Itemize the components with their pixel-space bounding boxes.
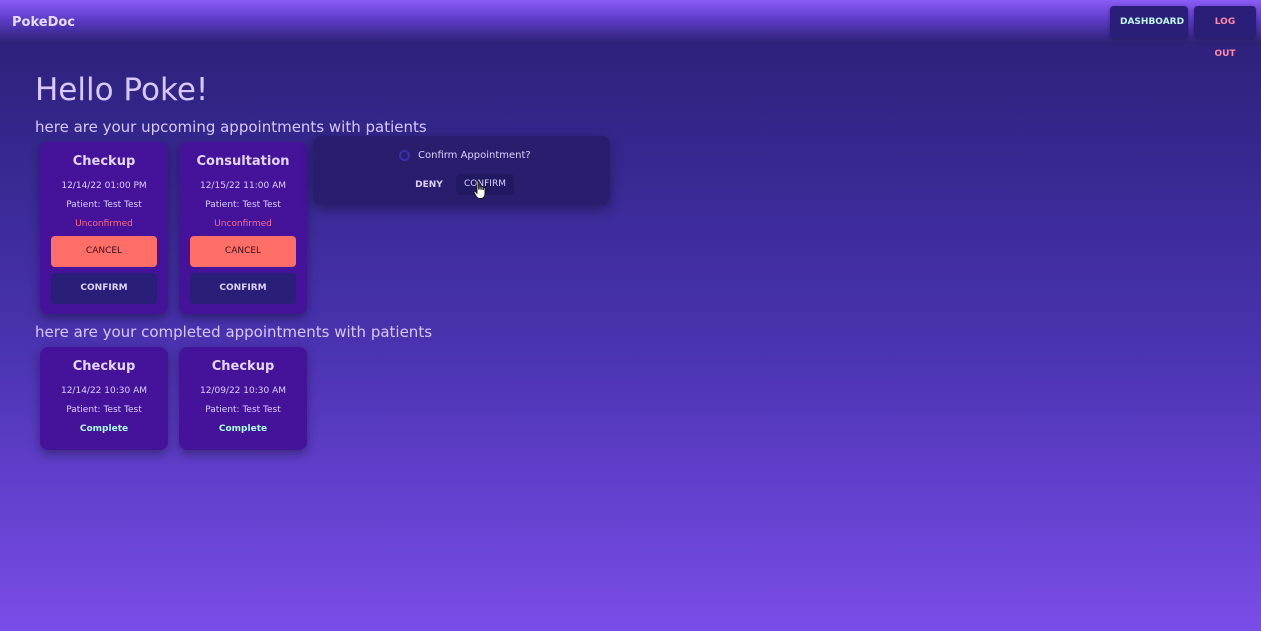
- status-badge: Complete: [79, 424, 129, 434]
- cancel-button[interactable]: CANCEL: [190, 236, 296, 267]
- popover-message: Confirm Appointment?: [418, 150, 531, 161]
- confirm-button[interactable]: CONFIRM: [51, 273, 157, 304]
- appointment-patient: Patient: Test Test: [205, 200, 281, 210]
- logout-button[interactable]: LOG OUT: [1194, 6, 1256, 59]
- appointment-patient: Patient: Test Test: [66, 405, 142, 415]
- brand-logo[interactable]: PokeDoc: [12, 15, 75, 30]
- top-navbar: PokeDoc DASHBOARD LOG OUT: [0, 0, 1261, 59]
- info-icon: [399, 150, 410, 161]
- appointment-type: Checkup: [72, 359, 136, 374]
- deny-button[interactable]: DENY: [410, 175, 448, 195]
- appointment-datetime: 12/09/22 10:30 AM: [199, 386, 286, 396]
- appointment-patient: Patient: Test Test: [66, 200, 142, 210]
- upcoming-appointment-card: Consultation 12/15/22 11:00 AM Patient: …: [179, 142, 307, 314]
- confirm-appointment-popover: Confirm Appointment? DENY CONFIRM: [313, 136, 610, 205]
- status-badge: Unconfirmed: [75, 219, 133, 229]
- completed-section-title: here are your completed appointments wit…: [35, 323, 433, 341]
- appointment-patient: Patient: Test Test: [205, 405, 281, 415]
- hand-cursor-icon: [473, 180, 486, 199]
- appointment-datetime: 12/15/22 11:00 AM: [199, 181, 286, 191]
- appointment-type: Checkup: [211, 359, 275, 374]
- upcoming-appointment-card: Checkup 12/14/22 01:00 PM Patient: Test …: [40, 142, 168, 314]
- status-badge: Complete: [218, 424, 268, 434]
- cancel-button[interactable]: CANCEL: [51, 236, 157, 267]
- appointment-datetime: 12/14/22 10:30 AM: [60, 386, 147, 396]
- appointment-type: Consultation: [196, 154, 290, 169]
- completed-appointment-card: Checkup 12/14/22 10:30 AM Patient: Test …: [40, 347, 168, 450]
- appointment-type: Checkup: [72, 154, 136, 169]
- page-title: Hello Poke!: [35, 72, 209, 108]
- status-badge: Unconfirmed: [214, 219, 272, 229]
- confirm-button[interactable]: CONFIRM: [190, 273, 296, 304]
- completed-appointment-card: Checkup 12/09/22 10:30 AM Patient: Test …: [179, 347, 307, 450]
- appointment-datetime: 12/14/22 01:00 PM: [61, 181, 147, 191]
- upcoming-section-title: here are your upcoming appointments with…: [35, 118, 427, 136]
- dashboard-button[interactable]: DASHBOARD: [1110, 6, 1188, 38]
